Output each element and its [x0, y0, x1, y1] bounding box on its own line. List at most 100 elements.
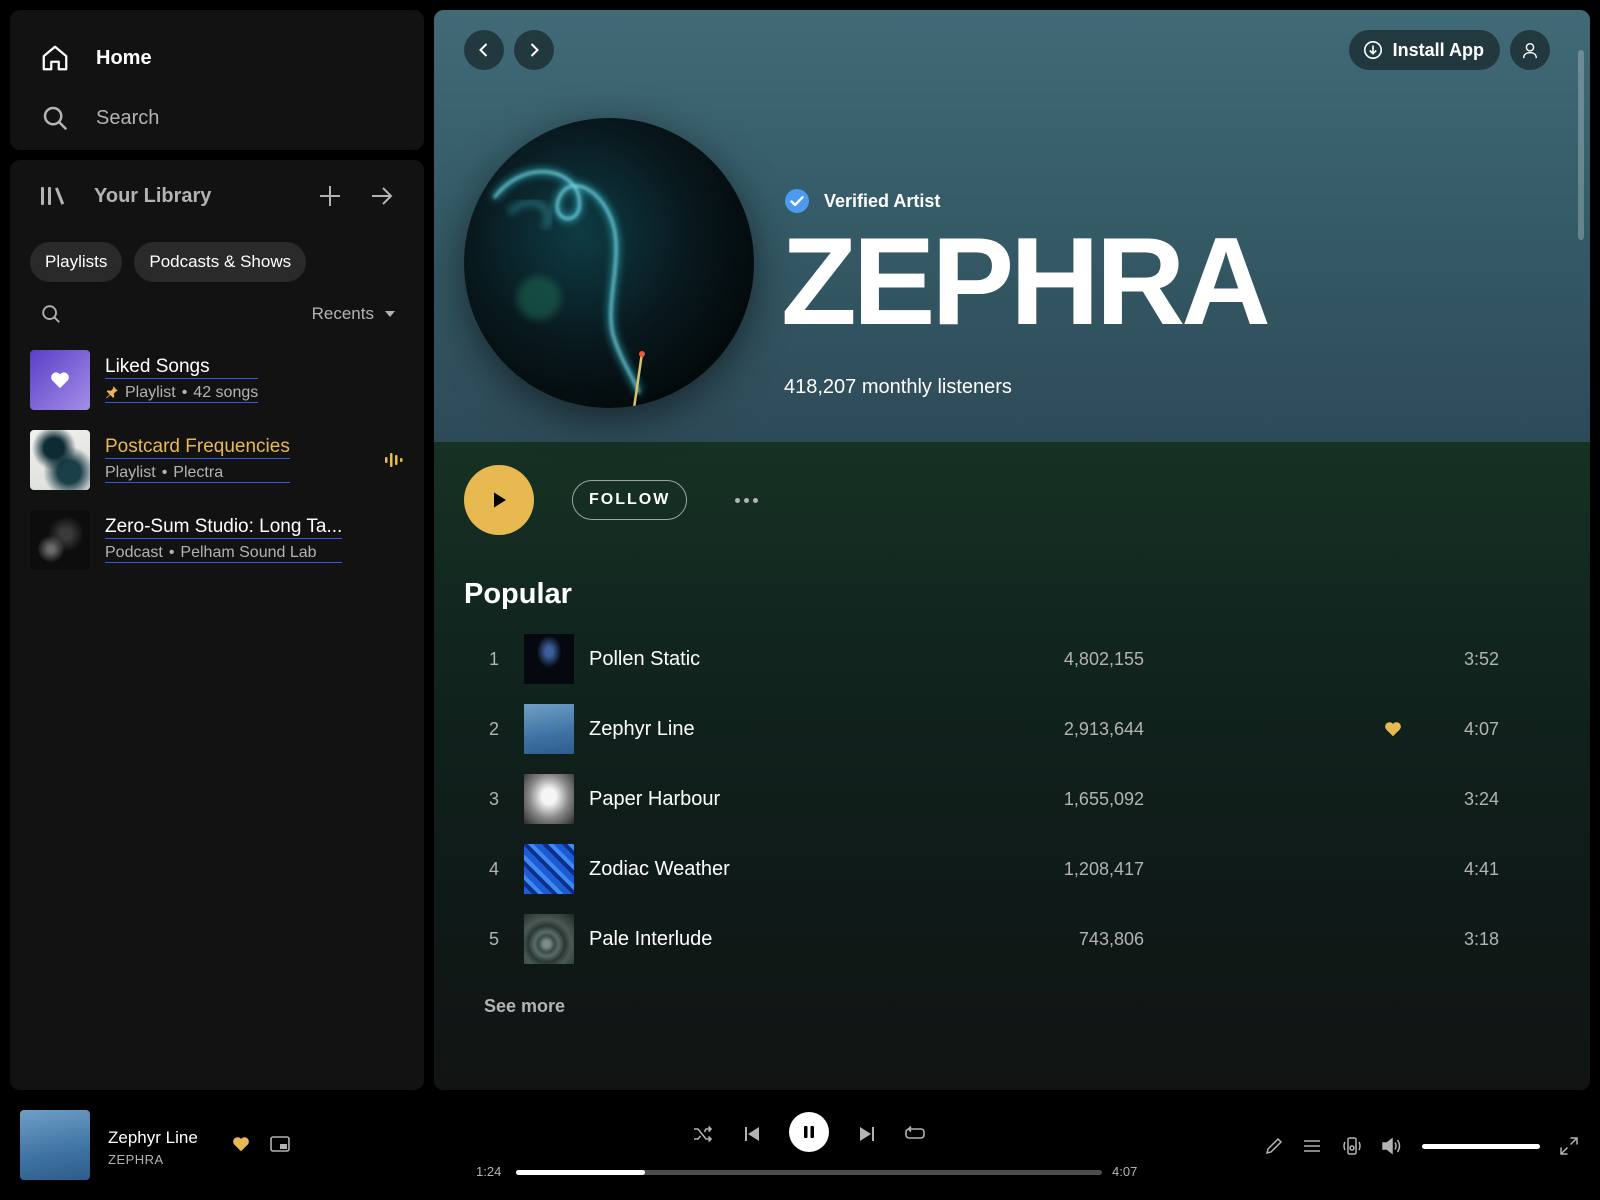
popular-tracks-list: 1 Pollen Static 4,802,155 3:52 2 Zephyr …	[464, 624, 1544, 974]
now-playing-thumb[interactable]	[20, 1110, 90, 1180]
track-plays: 2,913,644	[1063, 718, 1144, 739]
skip-back-icon	[745, 1127, 759, 1141]
library-item[interactable]: Postcard Frequencies Playlist • Plectra	[10, 420, 424, 500]
library-item-title: Liked Songs	[105, 356, 259, 379]
shuffle-icon	[694, 1125, 713, 1143]
track-row[interactable]: 4 Zodiac Weather 1,208,417 4:41	[464, 834, 1544, 904]
track-title: Zephyr Line	[589, 717, 695, 740]
track-thumb	[524, 634, 574, 684]
library-search-button[interactable]	[40, 303, 62, 325]
skip-forward-icon	[860, 1127, 874, 1141]
library-toggle[interactable]: Your Library	[40, 184, 318, 208]
forward-button[interactable]	[514, 30, 554, 70]
track-row[interactable]: 3 Paper Harbour 1,655,092 3:24	[464, 764, 1544, 834]
nav-home[interactable]: Home	[40, 28, 394, 88]
separator-dot: •	[168, 543, 175, 561]
caret-down-icon	[385, 311, 395, 317]
nav-home-label: Home	[96, 46, 152, 69]
sort-dropdown[interactable]: Recents	[312, 304, 396, 324]
download-circle-icon	[1363, 41, 1382, 59]
next-button[interactable]	[855, 1122, 879, 1146]
liked-heart-icon[interactable]	[1384, 721, 1402, 737]
library-panel: Your Library Playlists Podcasts & Shows …	[10, 160, 424, 1090]
speaker-device-icon	[1343, 1137, 1361, 1155]
track-number: 5	[488, 928, 499, 949]
library-item[interactable]: Liked Songs Playlist • 42 songs	[10, 340, 424, 420]
heart-icon[interactable]	[232, 1136, 250, 1152]
back-button[interactable]	[464, 30, 504, 70]
track-title: Pollen Static	[589, 647, 701, 670]
track-duration: 4:41	[1463, 858, 1499, 879]
player-bar: Zephyr Line ZEPHRA 1:24 4:07	[0, 1100, 1600, 1200]
create-playlist-button[interactable]	[318, 184, 342, 208]
track-thumb	[524, 914, 574, 964]
queue-button[interactable]	[1300, 1134, 1324, 1158]
track-plays: 743,806	[1078, 928, 1144, 949]
nav-search-label: Search	[96, 106, 160, 129]
track-title: Paper Harbour	[589, 787, 721, 810]
lyrics-button[interactable]	[1262, 1134, 1286, 1158]
separator-dot: •	[161, 463, 168, 481]
total-time: 4:07	[1112, 1164, 1138, 1179]
install-app-button[interactable]: Install App	[1348, 30, 1500, 70]
profile-button[interactable]	[1510, 30, 1550, 70]
library-item[interactable]: Zero-Sum Studio: Long Ta... Podcast • Pe…	[10, 500, 424, 580]
nav-search[interactable]: Search	[40, 88, 394, 148]
dot	[753, 497, 759, 503]
library-item-subtitle: Playlist • Plectra	[105, 463, 290, 484]
volume-icon	[1382, 1137, 1401, 1155]
chip-playlists[interactable]: Playlists	[30, 242, 123, 282]
scrollbar[interactable]	[1578, 50, 1584, 240]
artist-name: ZEPHRA	[781, 213, 1271, 351]
expand-library-button[interactable]	[370, 184, 394, 208]
progress-bar[interactable]	[516, 1170, 1102, 1175]
now-playing-title[interactable]: Zephyr Line	[108, 1128, 198, 1148]
library-icon	[41, 187, 65, 205]
user-icon	[1522, 42, 1538, 59]
track-thumb	[524, 704, 574, 754]
separator-dot: •	[181, 383, 188, 401]
library-item-title: Zero-Sum Studio: Long Ta...	[105, 515, 343, 539]
track-number: 4	[488, 858, 499, 879]
track-title: Zodiac Weather	[589, 857, 730, 880]
picture-in-picture-icon[interactable]	[270, 1136, 290, 1152]
volume-slider[interactable]	[1422, 1144, 1540, 1149]
track-plays: 1,208,417	[1063, 858, 1144, 879]
chevron-right-icon	[530, 43, 539, 57]
progress-fill	[516, 1170, 645, 1175]
play-button[interactable]	[464, 465, 534, 535]
mute-button[interactable]	[1380, 1134, 1404, 1158]
artist-page: Install App Verified Artist ZEPHRA 418,2…	[434, 10, 1590, 1090]
library-title: Your Library	[94, 184, 212, 207]
library-item-meta: Plectra	[173, 463, 224, 481]
track-plays: 1,655,092	[1063, 788, 1144, 809]
track-duration: 3:18	[1463, 928, 1499, 949]
track-title: Pale Interlude	[589, 927, 713, 950]
pause-icon	[804, 1126, 814, 1138]
library-item-type: Playlist	[125, 383, 176, 401]
now-playing-artist[interactable]: ZEPHRA	[108, 1152, 164, 1167]
previous-button[interactable]	[740, 1122, 764, 1146]
pause-button[interactable]	[789, 1112, 829, 1152]
track-number: 1	[488, 648, 499, 669]
chevron-left-icon	[479, 43, 488, 57]
track-row[interactable]: 5 Pale Interlude 743,806 3:18	[464, 904, 1544, 974]
pin-icon	[106, 386, 118, 399]
shuffle-button[interactable]	[691, 1122, 715, 1146]
play-icon	[494, 492, 506, 508]
library-item-title: Postcard Frequencies	[105, 435, 290, 459]
track-row[interactable]: 1 Pollen Static 4,802,155 3:52	[464, 624, 1544, 694]
track-duration: 3:24	[1463, 788, 1499, 809]
library-item-subtitle: Podcast • Pelham Sound Lab	[105, 543, 343, 564]
more-options-button[interactable]	[735, 497, 759, 503]
connect-device-button[interactable]	[1340, 1134, 1364, 1158]
track-row[interactable]: 2 Zephyr Line 2,913,644 4:07	[464, 694, 1544, 764]
repeat-button[interactable]	[903, 1122, 927, 1146]
chip-podcasts-shows[interactable]: Podcasts & Shows	[134, 242, 307, 282]
see-more-link[interactable]: See more	[484, 996, 565, 1017]
follow-button[interactable]: FOLLOW	[572, 480, 688, 520]
fullscreen-button[interactable]	[1557, 1134, 1581, 1158]
artist-image	[464, 118, 754, 408]
repeat-icon	[905, 1126, 925, 1139]
zero-sum-studio-thumb	[30, 510, 90, 570]
